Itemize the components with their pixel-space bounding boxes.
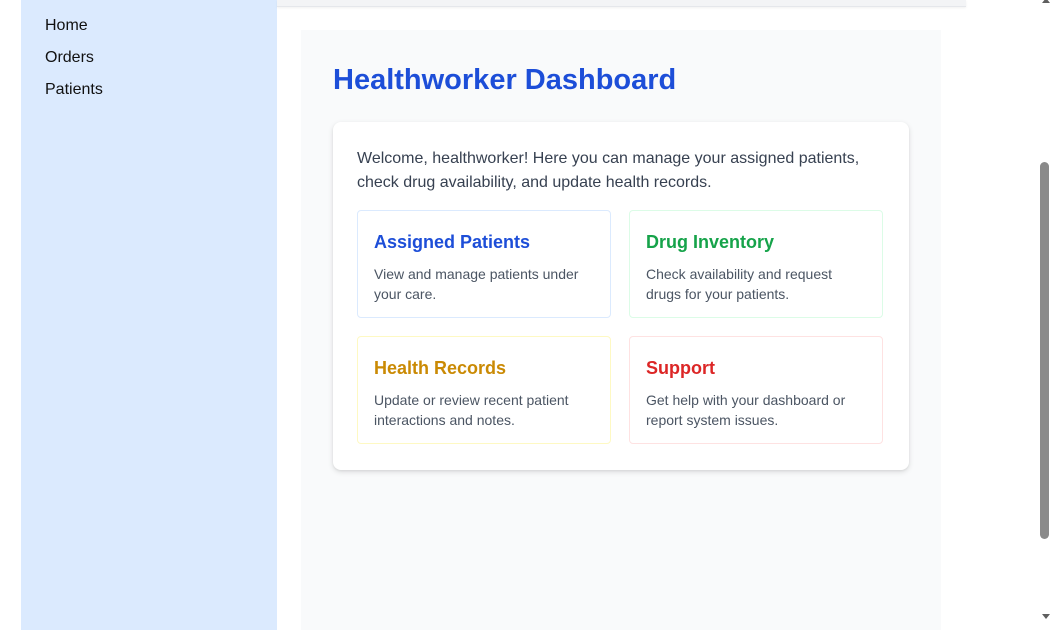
card-drug-inventory[interactable]: Drug Inventory Check availability and re… (629, 210, 883, 318)
card-health-records[interactable]: Health Records Update or review recent p… (357, 336, 611, 444)
scroll-up-icon[interactable] (1042, 0, 1050, 3)
vertical-scrollbar[interactable] (1038, 0, 1055, 630)
card-description: Check availability and request drugs for… (646, 266, 832, 302)
scroll-down-icon[interactable] (1042, 614, 1050, 619)
card-title: Health Records (374, 358, 507, 378)
sidebar-item-home[interactable]: Home (45, 16, 88, 36)
card-title: Assigned Patients (374, 232, 531, 252)
card-support[interactable]: Support Get help with your dashboard or … (629, 336, 883, 444)
card-description: Update or review recent patient interact… (374, 392, 569, 428)
welcome-message: Welcome, healthworker! Here you can mana… (357, 150, 860, 191)
page-title: Healthworker Dashboard (333, 64, 677, 96)
card-title: Drug Inventory (646, 232, 775, 252)
main-content: Healthworker Dashboard Welcome, healthwo… (301, 30, 941, 630)
top-bar (277, 0, 966, 7)
card-title: Support (646, 358, 715, 378)
sidebar: Home Orders Patients (21, 0, 277, 630)
scrollbar-thumb[interactable] (1040, 162, 1049, 539)
card-description: View and manage patients under your care… (374, 266, 579, 302)
sidebar-item-patients[interactable]: Patients (45, 80, 103, 100)
card-assigned-patients[interactable]: Assigned Patients View and manage patien… (357, 210, 611, 318)
dashboard-panel: Welcome, healthworker! Here you can mana… (333, 122, 909, 470)
card-description: Get help with your dashboard or report s… (646, 392, 846, 428)
sidebar-item-orders[interactable]: Orders (45, 48, 94, 68)
